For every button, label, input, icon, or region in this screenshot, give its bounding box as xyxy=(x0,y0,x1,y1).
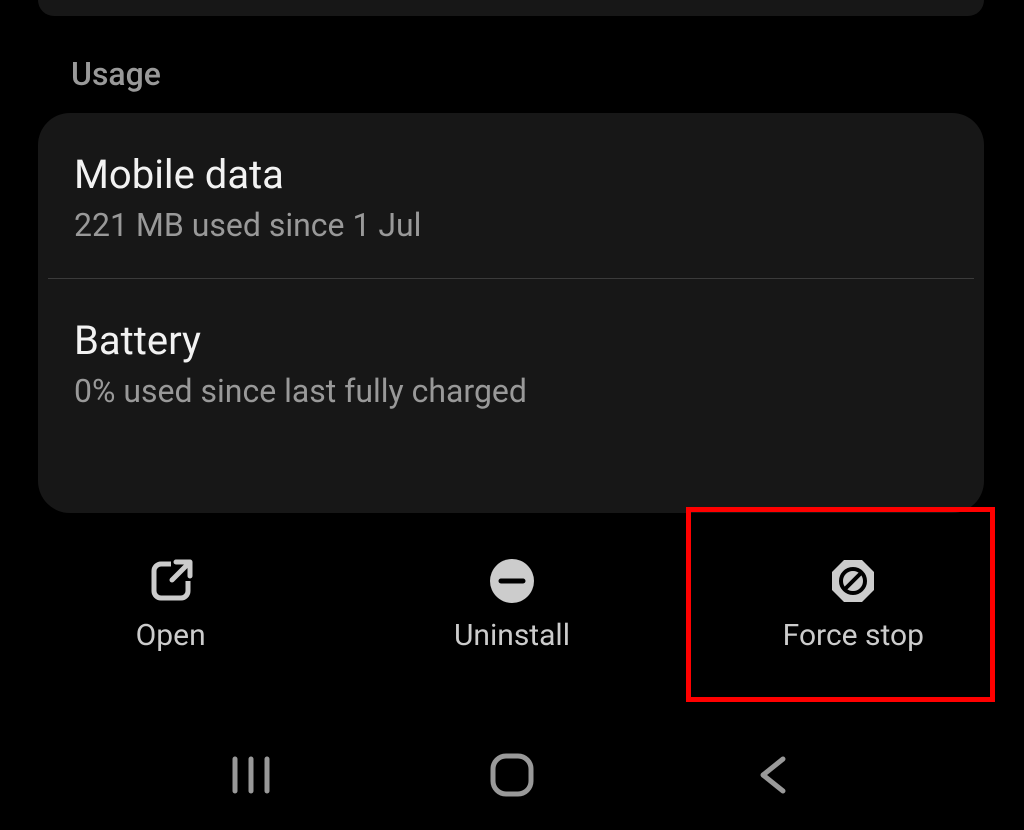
usage-card: Mobile data 221 MB used since 1 Jul Batt… xyxy=(38,113,984,513)
recents-button[interactable] xyxy=(221,745,281,805)
force-stop-button[interactable]: Force stop xyxy=(683,530,1024,680)
uninstall-icon xyxy=(489,558,535,604)
uninstall-label: Uninstall xyxy=(454,618,570,653)
previous-card-edge xyxy=(38,0,984,16)
battery-title: Battery xyxy=(74,317,948,364)
home-button[interactable] xyxy=(482,745,542,805)
force-stop-label: Force stop xyxy=(783,618,924,653)
battery-subtitle: 0% used since last fully charged xyxy=(74,372,948,410)
action-bar: Open Uninstall Force stop xyxy=(0,530,1024,680)
mobile-data-row[interactable]: Mobile data 221 MB used since 1 Jul xyxy=(38,113,984,278)
back-button[interactable] xyxy=(743,745,803,805)
open-label: Open xyxy=(136,618,206,653)
open-button[interactable]: Open xyxy=(0,530,341,680)
mobile-data-subtitle: 221 MB used since 1 Jul xyxy=(74,206,948,244)
uninstall-button[interactable]: Uninstall xyxy=(341,530,682,680)
open-icon xyxy=(148,558,194,604)
recents-icon xyxy=(227,755,275,795)
home-icon xyxy=(490,753,534,797)
back-icon xyxy=(753,753,793,797)
mobile-data-title: Mobile data xyxy=(74,151,948,198)
navigation-bar xyxy=(0,720,1024,830)
usage-section-title: Usage xyxy=(71,55,161,93)
battery-row[interactable]: Battery 0% used since last fully charged xyxy=(38,279,984,444)
force-stop-icon xyxy=(830,558,876,604)
